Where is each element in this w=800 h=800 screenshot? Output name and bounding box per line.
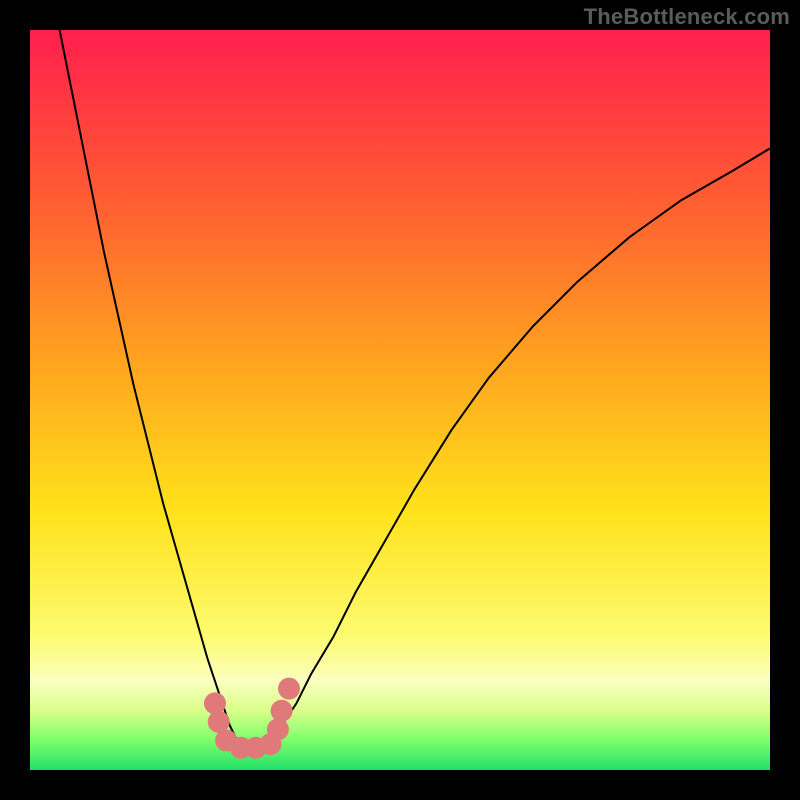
plot-area — [30, 30, 770, 770]
data-marker — [267, 718, 289, 740]
curve-right — [274, 148, 770, 740]
curve-layer — [30, 30, 770, 770]
chart-frame: TheBottleneck.com — [0, 0, 800, 800]
data-marker — [204, 692, 226, 714]
data-marker — [278, 678, 300, 700]
data-marker — [271, 700, 293, 722]
watermark-text: TheBottleneck.com — [584, 4, 790, 30]
curve-left — [60, 30, 238, 740]
